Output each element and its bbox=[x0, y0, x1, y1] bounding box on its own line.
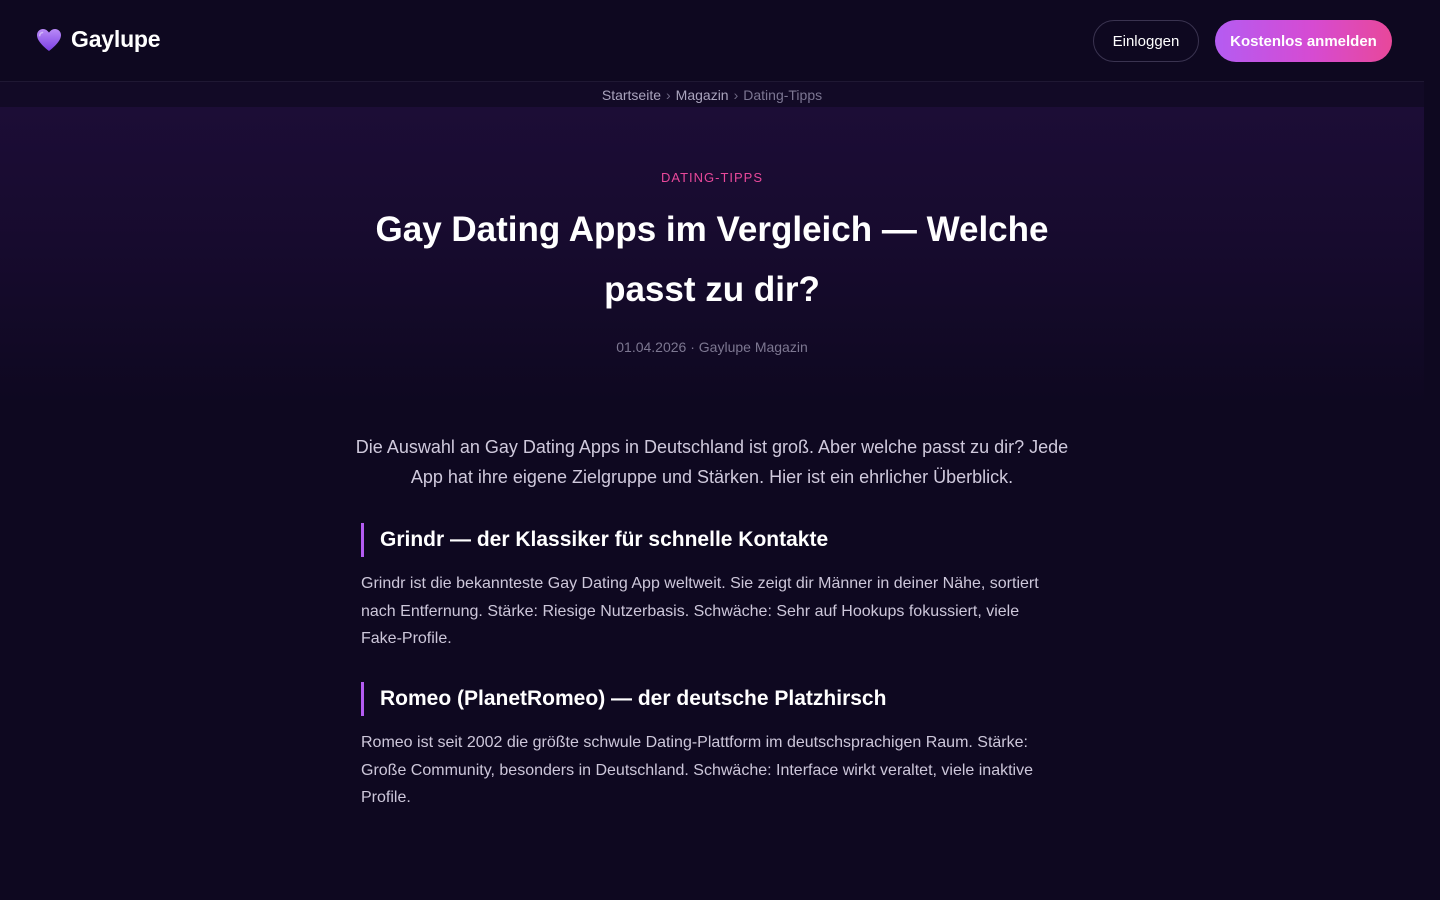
section-body: Grindr ist die bekannteste Gay Dating Ap… bbox=[361, 575, 1039, 647]
article-section: Romeo (PlanetRomeo) — der deutsche Platz… bbox=[361, 682, 1061, 812]
breadcrumb: Startseite › Magazin › Dating-Tipps bbox=[0, 82, 1424, 107]
breadcrumb-separator: › bbox=[666, 86, 671, 103]
breadcrumb-separator: › bbox=[733, 86, 739, 103]
breadcrumb-item-current: Dating-Tipps bbox=[743, 86, 823, 103]
page: Gaylupe Einloggen Kostenlos anmelden Sta… bbox=[0, 0, 1424, 900]
article-section: Grindr — der Klassiker für schnelle Kont… bbox=[361, 523, 1061, 653]
meta-separator: · bbox=[690, 339, 695, 355]
brand-name: Gaylupe bbox=[71, 26, 161, 52]
article-meta: 01.04.2026 · Gaylupe Magazin bbox=[0, 339, 1424, 355]
breadcrumb-item-magazin[interactable]: Magazin bbox=[676, 87, 729, 103]
article-date: 01.04.2026 bbox=[616, 339, 687, 355]
scrollbar[interactable] bbox=[1424, 0, 1440, 900]
article-category: DATING-TIPPS bbox=[660, 170, 764, 185]
signup-button[interactable]: Kostenlos anmelden bbox=[1215, 20, 1392, 62]
section-heading: Romeo (PlanetRomeo) — der deutsche Platz… bbox=[361, 682, 1061, 716]
section-body: Romeo ist seit 2002 die größte schwule D… bbox=[361, 734, 1033, 806]
section-heading: Grindr — der Klassiker für schnelle Kont… bbox=[361, 523, 1061, 557]
article-title: Gay Dating Apps im Vergleich — Welche pa… bbox=[375, 210, 1049, 309]
brand-logo-link[interactable]: Gaylupe bbox=[36, 26, 161, 53]
login-button[interactable]: Einloggen bbox=[1093, 20, 1199, 62]
article-intro: Die Auswahl an Gay Dating Apps in Deutsc… bbox=[355, 437, 1069, 487]
site-header: Gaylupe Einloggen Kostenlos anmelden bbox=[0, 0, 1424, 82]
purple-heart-icon bbox=[37, 28, 61, 51]
breadcrumb-item-home[interactable]: Startseite bbox=[602, 87, 661, 103]
article-author: Gaylupe Magazin bbox=[698, 339, 808, 355]
